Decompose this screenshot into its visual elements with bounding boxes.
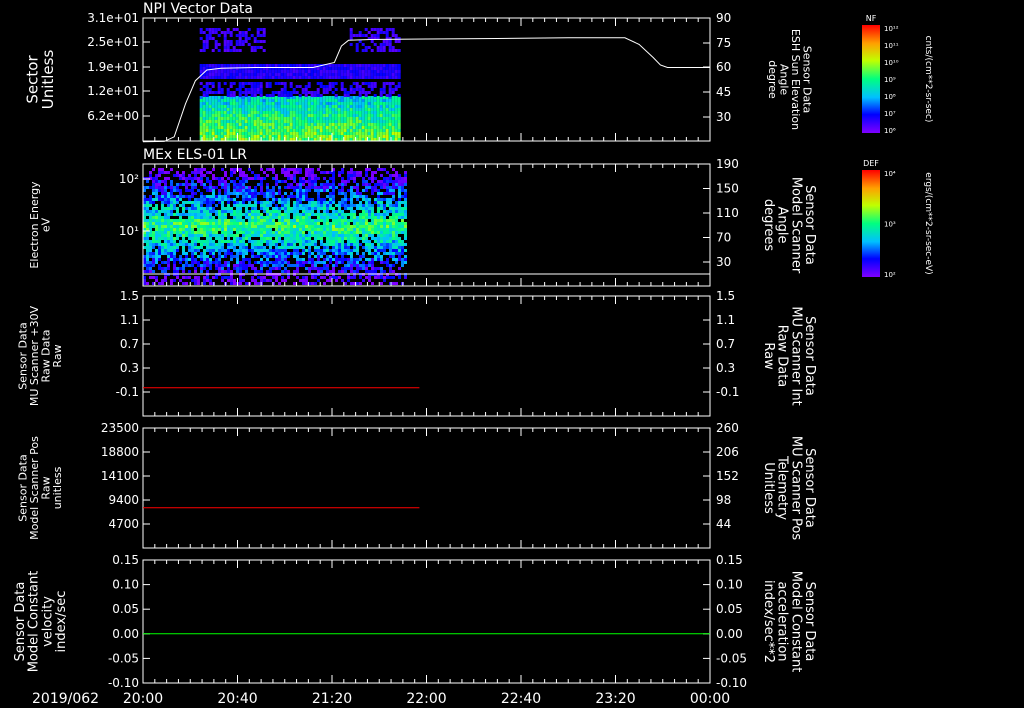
p0-ytick-right-label: 75 [716,36,731,50]
panel-3: 23500 18800 14100 9400 4700 260 206 152 98 44 Sens… [17,421,817,549]
p3-left-axis-label: Sensor DataModel Scanner PosRawunitless [17,436,65,540]
p2-ytick-right-label: 0.7 [716,337,735,351]
p4-ytick-right-label: -0.10 [716,676,747,690]
p0-ytick-right-label: 30 [716,110,731,124]
p4-right-axis-label: Sensor DataModel Constantaccelerationind… [761,571,817,673]
p1-left-axis-label: Electron EnergyeV [28,181,53,269]
colorbar-units: cnts/(cm**2-sr-sec) [923,36,933,123]
p1-ytick-label: 10¹ [119,224,139,238]
p1-ytick-right-label: 190 [716,157,739,171]
p4-ytick-label: -0.05 [108,651,139,665]
p1-heatmap [143,168,407,285]
p4-ytick-right-label: 0.05 [716,602,743,616]
colorbar-tick-label: 10¹¹ [884,42,899,50]
p4-left-axis-label: Sensor DataModel Constantvelocityindex/s… [13,571,69,673]
p2-left-axis-label: Sensor DataMU Scanner +30VRaw DataRaw [17,305,65,406]
p1-title: MEx ELS-01 LR [143,147,247,163]
p4-ytick-label: -0.10 [108,676,139,690]
colorbar-tick-label: 10⁹ [884,76,896,84]
p4-ytick-right-label: -0.05 [716,651,747,665]
colorbar-0: NF 10¹² 10¹¹ 10¹⁰ 10⁹ 10⁸ 10⁷ 10⁶ cnts/(cm**2-sr… [862,14,933,135]
p2-right-axis-label: Sensor DataMU Scanner IntRaw DataRaw [761,306,817,405]
p0-heatmap [199,28,401,141]
date-label: 2019/062 [32,691,99,707]
colorbar-label: NF [866,14,877,23]
p1-ytick-label: 10² [119,172,139,186]
time-tick-label: 22:00 [406,691,446,707]
time-tick-label: 23:20 [595,691,635,707]
panel-2: 1.5 1.1 0.7 0.3 -0.1 1.5 1.1 0.7 0.3 -0.1 Sensor D… [17,289,817,417]
p3-ytick-label: 18800 [101,445,139,459]
p4-ytick-right-label: 0.15 [716,553,743,567]
panel-4: 0.15 0.10 0.05 0.00 -0.05 -0.10 0.15 0.10 0.05 0.… [13,553,817,690]
p3-ytick-right-label: 260 [716,421,739,435]
p3-ytick-right-label: 152 [716,469,739,483]
p3-ytick-right-label: 206 [716,445,739,459]
p3-frame [142,427,711,549]
p4-ytick-right-label: 0.10 [716,578,743,592]
p4-ytick-right-label: 0.00 [716,627,743,641]
p2-ytick-right-label: 0.3 [716,361,735,375]
p0-ytick-label: 1.2e+01 [87,84,139,98]
time-tick-label: 20:40 [217,691,257,707]
colorbar-tick-label: 10² [884,271,896,279]
p4-ytick-label: 0.05 [112,602,139,616]
time-tick-label: 00:00 [690,691,730,707]
p3-ytick-label: 9400 [108,493,139,507]
colorbar-label: DEF [863,159,879,168]
p0-ytick-right-label: 60 [716,60,731,74]
p4-ytick-label: 0.00 [112,627,139,641]
p4-frame [142,559,711,684]
p4-ytick-label: 0.10 [112,578,139,592]
p2-ytick-label: 0.7 [120,337,139,351]
time-tick-label: 20:00 [123,691,163,707]
p0-right-axis-label: Sensor DataESH Sun ElevationAngledegree [766,29,814,130]
p0-ytick-label: 1.9e+01 [87,60,139,74]
p4-ytick-label: 0.15 [112,553,139,567]
p1-ytick-right-label: 70 [716,231,731,245]
colorbar-gradient [862,25,880,133]
p0-title: NPI Vector Data [143,1,253,17]
colorbar-tick-label: 10³ [884,221,896,229]
p0-ytick-label: 6.2e+00 [87,109,139,123]
colorbar-tick-label: 10⁸ [884,93,896,101]
panel-0: NPI Vector Data 3.1e+01 2.5e+01 1.9e+01 1.2e… [23,1,814,143]
p2-ytick-label: 1.1 [120,313,139,327]
p3-ytick-label: 4700 [108,517,139,531]
colorbar-1: DEF 10⁴ 10³ 10² ergs/(cm**2-sr-sec-eV) [862,159,933,279]
p2-ytick-right-label: -0.1 [716,385,739,399]
p0-ytick-right-label: 90 [716,11,731,25]
p0-ytick-label: 2.5e+01 [87,35,139,49]
colorbar-units: ergs/(cm**2-sr-sec-eV) [923,172,933,274]
colorbar-tick-label: 10⁴ [884,170,896,178]
tplot-figure: NPI Vector Data 3.1e+01 2.5e+01 1.9e+01 1.2e… [13,1,933,707]
p2-ytick-label: 1.5 [120,289,139,303]
p2-ytick-label: 0.3 [120,361,139,375]
time-tick-label: 21:20 [312,691,352,707]
panel-1: MEx ELS-01 LR 10² 10¹ 190 150 110 70 30 Electron… [28,147,817,287]
p3-ytick-right-label: 98 [716,493,731,507]
p1-ytick-right-label: 110 [716,206,739,220]
colorbar-tick-label: 10⁶ [884,127,896,135]
colorbar-tick-label: 10⁷ [884,110,896,118]
p1-ytick-right-label: 150 [716,182,739,196]
p2-ytick-right-label: 1.1 [716,313,735,327]
time-tick-label: 22:40 [501,691,541,707]
p0-ytick-right-label: 45 [716,85,731,99]
p2-frame [142,295,711,417]
p3-right-axis-label: Sensor DataMU Scanner PosTelemetryUnitle… [761,436,817,541]
p2-ytick-label: -0.1 [116,385,139,399]
colorbar-tick-label: 10¹⁰ [884,59,899,67]
p3-ytick-label: 14100 [101,469,139,483]
p2-ytick-right-label: 1.5 [716,289,735,303]
p3-ytick-right-label: 44 [716,517,731,531]
colorbar-gradient [862,170,880,277]
p0-left-axis-label: SectorUnitless [23,50,57,110]
p1-right-axis-label: Sensor DataModel ScannerAngledegrees [761,177,817,274]
colorbar-tick-label: 10¹² [884,25,899,33]
p1-ytick-right-label: 30 [716,255,731,269]
p3-ytick-label: 23500 [101,421,139,435]
p0-ytick-label: 3.1e+01 [87,11,139,25]
